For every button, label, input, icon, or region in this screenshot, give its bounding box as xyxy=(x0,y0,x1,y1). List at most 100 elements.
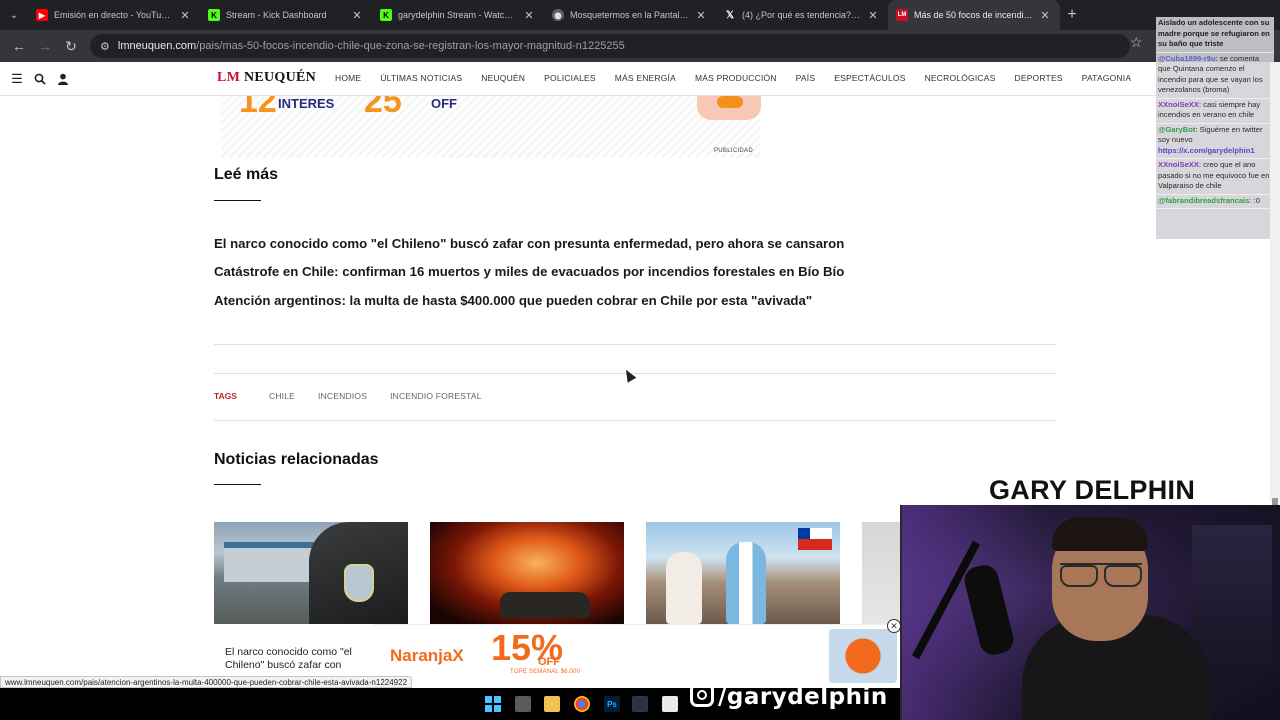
site-logo[interactable]: LM NEUQUÉN xyxy=(217,70,316,86)
nav-neuquen[interactable]: NEUQUÉN xyxy=(481,73,525,83)
chat-message: @GaryBot: Siguéme en twitter soy nuevo h… xyxy=(1156,124,1274,159)
tab-title: Mosquetermos en la Pantalla INTI xyxy=(570,10,690,20)
tab-title: garydelphin Stream - Watch Live o xyxy=(398,10,518,20)
browser-tab[interactable]: K Stream - Kick Dashboard ✕ xyxy=(200,0,372,30)
nav-necrologicas[interactable]: NECROLÓGICAS xyxy=(925,73,996,83)
nav-mas-produccion[interactable]: MÁS PRODUCCIÓN xyxy=(695,73,777,83)
new-tab-plus-icon[interactable]: + xyxy=(1060,6,1084,24)
file-explorer-icon[interactable] xyxy=(544,696,560,712)
close-tab-icon[interactable]: ✕ xyxy=(866,9,880,22)
advertisement-banner-top[interactable]: 12 INTERES 25 OFF PUBLICIDAD xyxy=(221,96,761,158)
background-shelf xyxy=(1192,525,1272,665)
x-icon: 𝕏 xyxy=(725,9,735,21)
chrome-icon[interactable] xyxy=(574,696,590,712)
related-news-image[interactable] xyxy=(430,522,624,624)
browser-tab[interactable]: ◍ Mosquetermos en la Pantalla INTI ✕ xyxy=(544,0,716,30)
nav-policiales[interactable]: POLICIALES xyxy=(544,73,596,83)
related-news-image[interactable] xyxy=(646,522,840,624)
divider xyxy=(214,420,1056,421)
close-tab-icon[interactable]: ✕ xyxy=(522,9,536,22)
nav-deportes[interactable]: DEPORTES xyxy=(1014,73,1062,83)
logo-prefix: LM xyxy=(217,70,241,85)
chat-username: XXnoiSeXX xyxy=(1158,160,1199,169)
lee-mas-link[interactable]: Catástrofe en Chile: confirman 16 muerto… xyxy=(214,264,844,279)
close-ad-icon[interactable]: ✕ xyxy=(887,619,901,633)
lmneuquen-icon: LM xyxy=(896,9,908,21)
site-info-icon[interactable]: ⚙ xyxy=(100,40,110,53)
photoshop-icon[interactable]: Ps xyxy=(604,696,620,712)
lee-mas-link[interactable]: Atención argentinos: la multa de hasta $… xyxy=(214,293,812,308)
globe-icon: ◍ xyxy=(552,9,564,21)
page-scrollbar[interactable] xyxy=(1270,62,1280,508)
ad-interest-label: INTERES xyxy=(278,96,335,111)
person-shape xyxy=(666,552,702,624)
tab-title: Más de 50 focos de incendio en C xyxy=(914,10,1034,20)
close-tab-icon[interactable]: ✕ xyxy=(350,9,364,22)
related-news-image[interactable] xyxy=(862,522,902,624)
mouse-cursor-icon xyxy=(621,367,637,383)
car-silhouette xyxy=(500,592,590,618)
nav-pais[interactable]: PAÍS xyxy=(796,73,816,83)
url-path: /pais/mas-50-focos-incendio-chile-que-zo… xyxy=(196,40,625,52)
streamer-hair-shape xyxy=(1052,517,1148,551)
nav-patagonia[interactable]: PATAGONIA xyxy=(1082,73,1132,83)
task-view-icon[interactable] xyxy=(515,696,531,712)
ad-publicidad-tag: PUBLICIDAD xyxy=(713,148,753,154)
tag-link[interactable]: CHILE xyxy=(269,391,295,401)
browser-tab[interactable]: ▶ Emisión en directo - YouTube Studio ✕ xyxy=(28,0,200,30)
main-nav: HOME ÚLTIMAS NOTICIAS NEUQUÉN POLICIALES… xyxy=(335,73,1150,83)
nav-ultimas-noticias[interactable]: ÚLTIMAS NOTICIAS xyxy=(380,73,462,83)
chat-message: Aislado un adolescente con su madre porq… xyxy=(1156,17,1274,53)
browser-tab-active[interactable]: LM Más de 50 focos de incendio en C ✕ xyxy=(888,0,1060,30)
bookmark-star-icon[interactable]: ☆ xyxy=(1130,34,1143,51)
lee-mas-link[interactable]: El narco conocido como "el Chileno" busc… xyxy=(214,236,844,251)
lee-mas-underline xyxy=(214,200,261,201)
close-tab-icon[interactable]: ✕ xyxy=(1038,9,1052,22)
streamer-name-overlay: GARY DELPHIN xyxy=(989,475,1196,505)
search-icon[interactable] xyxy=(29,68,51,90)
chat-message: @Cuba1899-r9u: se comenta que Quintana c… xyxy=(1156,53,1274,99)
chat-message: XXnoiSeXX: casi siempre hay incendios en… xyxy=(1156,99,1274,124)
url-host: lmneuquen.com xyxy=(117,40,197,52)
ad-brand: NaranjaX xyxy=(390,646,464,665)
stream-chat-overlay: Aislado un adolescente con su madre porq… xyxy=(1156,17,1274,239)
related-news-underline xyxy=(214,484,261,485)
close-tab-icon[interactable]: ✕ xyxy=(694,9,708,22)
youtube-icon: ▶ xyxy=(36,9,48,21)
nav-espectaculos[interactable]: ESPECTÁCULOS xyxy=(834,73,905,83)
nav-mas-energia[interactable]: MÁS ENERGÍA xyxy=(615,73,676,83)
ad-discount-number: 25 xyxy=(364,96,402,120)
user-account-icon[interactable] xyxy=(52,68,74,90)
chat-username: @GaryBot xyxy=(1158,124,1196,134)
tags-label: TAGS xyxy=(214,391,237,401)
kick-icon: K xyxy=(380,9,392,21)
address-bar[interactable]: ⚙ lmneuquen.com/pais/mas-50-focos-incend… xyxy=(90,34,1130,58)
tab-search-chevron-icon[interactable]: ⌄ xyxy=(0,0,28,30)
related-news-image[interactable] xyxy=(214,522,408,624)
related-news-caption[interactable]: El narco conocido como "el Chileno" busc… xyxy=(225,646,375,674)
chile-flag-shape xyxy=(798,528,832,550)
person-shape xyxy=(726,542,766,624)
reload-icon[interactable]: ↻ xyxy=(58,33,84,59)
tag-link[interactable]: INCENDIO FORESTAL xyxy=(390,391,482,401)
chat-link[interactable]: https://x.com/garydelphin1 xyxy=(1158,146,1255,155)
hamburger-menu-icon[interactable]: ☰ xyxy=(6,68,28,90)
browser-tab[interactable]: K garydelphin Stream - Watch Live o ✕ xyxy=(372,0,544,30)
close-tab-icon[interactable]: ✕ xyxy=(178,9,192,22)
forward-arrow-icon[interactable]: → xyxy=(32,33,58,59)
windows-start-icon[interactable] xyxy=(485,696,501,712)
back-arrow-icon[interactable]: ← xyxy=(6,33,32,59)
app-icon[interactable] xyxy=(662,696,678,712)
chat-username: @fabrandibreadsfrancais xyxy=(1158,195,1250,205)
kick-icon: K xyxy=(208,9,220,21)
ad-caption: TOPE SEMANAL $6.000 xyxy=(510,669,581,675)
webcam-overlay xyxy=(900,505,1280,720)
tag-link[interactable]: INCENDIOS xyxy=(318,391,367,401)
nav-home[interactable]: HOME xyxy=(335,73,361,83)
browser-tab[interactable]: 𝕏 (4) ¿Por qué es tendencia? on X: " ✕ xyxy=(716,0,888,30)
davinci-resolve-icon[interactable] xyxy=(632,696,648,712)
tab-title: Stream - Kick Dashboard xyxy=(226,10,327,20)
screen: ⌄ ▶ Emisión en directo - YouTube Studio … xyxy=(0,0,1280,720)
advertisement-banner-bottom[interactable]: NaranjaX 15% OFF TOPE SEMANAL $6.000 ✕ xyxy=(373,619,901,684)
ad-mascot-image xyxy=(697,96,761,120)
